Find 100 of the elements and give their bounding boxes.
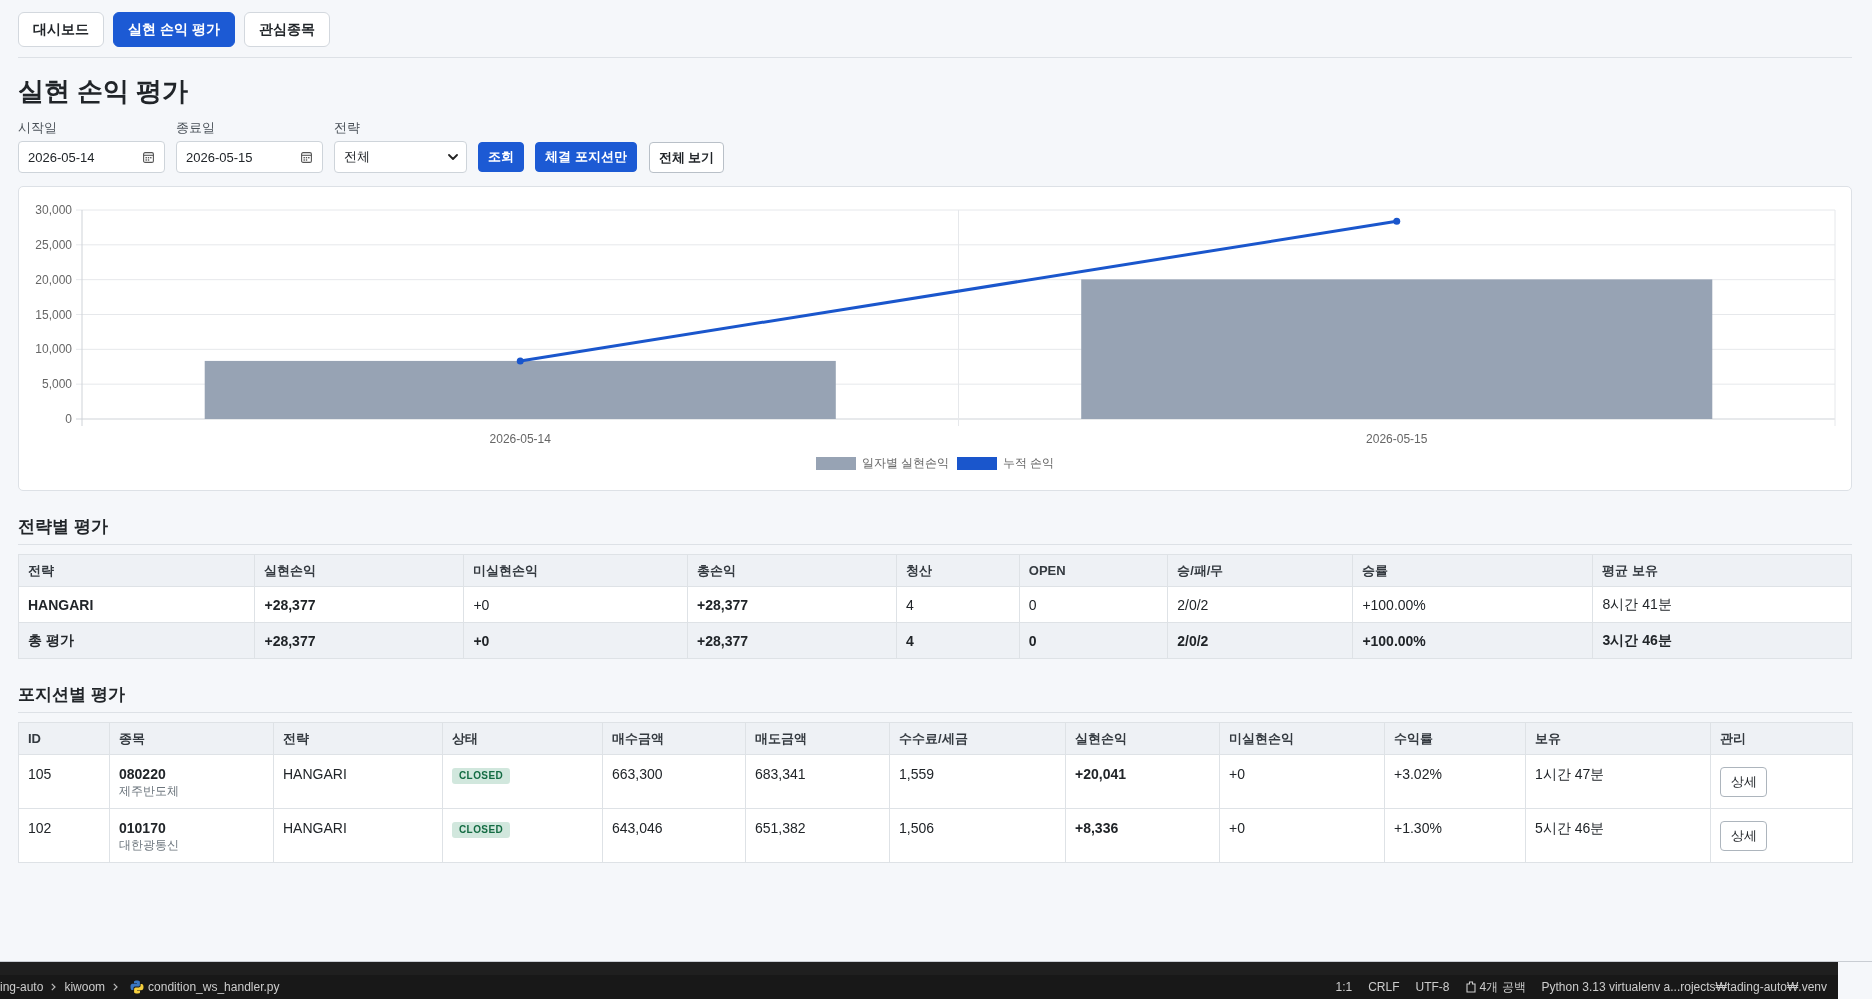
column-header: 전략	[273, 722, 443, 755]
table-cell: HANGARI	[273, 808, 443, 863]
column-header: ID	[18, 722, 110, 755]
total-cell: +100.00%	[1352, 622, 1593, 659]
total-cell: +0	[463, 622, 688, 659]
table-cell: +28,377	[687, 586, 897, 623]
table-cell: 683,341	[745, 754, 890, 809]
table-cell: 0	[1019, 586, 1168, 623]
date-field[interactable]: 2026-05-15	[176, 141, 323, 173]
column-header: 청산	[896, 554, 1020, 587]
y-axis-label: 30,000	[35, 203, 72, 217]
y-axis-label: 25,000	[35, 237, 72, 252]
table-cell: 105	[18, 754, 110, 809]
status-badge: CLOSED	[452, 768, 511, 784]
stock-code: 010170	[119, 819, 166, 837]
nav-tab[interactable]: 관심종목	[243, 12, 330, 47]
y-axis-label: 15,000	[35, 307, 72, 322]
breadcrumb-item[interactable]: kiwoom	[64, 980, 106, 994]
column-header: 실현손익	[1065, 722, 1220, 755]
filter-button[interactable]: 조회	[478, 142, 524, 172]
status-item[interactable]: UTF-8	[1415, 980, 1450, 994]
y-axis-label: 5,000	[41, 377, 72, 392]
column-header: 종목	[109, 722, 274, 755]
column-header: 매수금액	[602, 722, 746, 755]
table-cell: +28,377	[254, 586, 464, 623]
total-cell: 3시간 46분	[1593, 622, 1852, 659]
table-cell: +100.00%	[1352, 586, 1593, 623]
stock-name: 대한광통신	[119, 837, 179, 853]
nav-tab[interactable]: 대시보드	[18, 12, 104, 47]
status-item[interactable]: Python 3.13 virtualenv a...rojects₩tading-auto₩.venv	[1541, 980, 1827, 994]
column-header: 미실현손익	[463, 554, 688, 587]
chevron-right-icon	[51, 983, 57, 991]
legend-label: 누적 손익	[1003, 454, 1055, 472]
calendar-icon	[301, 151, 312, 163]
column-header: 수수료/세금	[889, 722, 1066, 755]
chevron-down-icon	[448, 154, 458, 160]
table-cell: 8시간 41분	[1593, 586, 1852, 623]
table-cell: 651,382	[745, 808, 890, 863]
filter-button[interactable]: 체결 포지션만	[535, 142, 637, 172]
field-label: 종료일	[176, 120, 215, 136]
table-cell: +0	[463, 586, 688, 623]
column-header: 승/패/무	[1167, 554, 1353, 587]
column-header: 매도금액	[745, 722, 890, 755]
y-axis-label: 20,000	[35, 272, 72, 287]
chart-point	[1393, 217, 1401, 225]
total-cell: +28,377	[254, 622, 464, 659]
field-label: 전략	[334, 120, 360, 136]
table-cell: 5시간 46분	[1525, 808, 1711, 863]
status-badge: CLOSED	[452, 822, 511, 838]
table-cell: +1.30%	[1384, 808, 1526, 863]
detail-button[interactable]: 상세	[1720, 821, 1767, 851]
column-header: 승률	[1352, 554, 1593, 587]
total-cell: 0	[1019, 622, 1168, 659]
status-item[interactable]: 1:1	[1335, 980, 1353, 994]
nav-tab[interactable]: 실현 손익 평가	[113, 12, 235, 47]
table-cell: +0	[1219, 808, 1385, 863]
breadcrumb-item[interactable]: condition_ws_handler.py	[148, 980, 280, 994]
table-cell: 643,046	[602, 808, 746, 863]
total-cell: 총 평가	[18, 622, 255, 659]
table-cell: 1시간 47분	[1525, 754, 1711, 809]
total-cell: 2/0/2	[1167, 622, 1353, 659]
x-axis-label: 2026-05-15	[1366, 432, 1428, 446]
column-header: 보유	[1525, 722, 1711, 755]
section-title: 포지션별 평가	[18, 684, 1852, 713]
x-axis-label: 2026-05-14	[489, 432, 551, 446]
legend-label: 일자별 실현손익	[861, 454, 949, 472]
total-cell: 4	[896, 622, 1020, 659]
strategy-select[interactable]: 전체	[334, 141, 467, 173]
column-header: 전략	[18, 554, 255, 587]
status-item[interactable]: CRLF	[1368, 980, 1400, 994]
table-cell: +20,041	[1065, 754, 1220, 809]
column-header: 수익률	[1384, 722, 1526, 755]
detail-button[interactable]: 상세	[1720, 767, 1767, 797]
total-cell: +28,377	[687, 622, 897, 659]
table-cell: 4	[896, 586, 1020, 623]
table-cell: 1,559	[889, 754, 1066, 809]
column-header: 평균 보유	[1593, 554, 1852, 587]
table-cell: +8,336	[1065, 808, 1220, 863]
chevron-right-icon	[113, 983, 119, 991]
breadcrumb-item[interactable]: ing-auto	[0, 980, 44, 994]
date-field[interactable]: 2026-05-14	[18, 141, 165, 173]
y-axis-label: 0	[65, 412, 72, 426]
stock-name: 제주반도체	[119, 783, 179, 799]
column-header: 상태	[442, 722, 603, 755]
calendar-icon	[143, 151, 154, 163]
page-title: 실현 손익 평가	[18, 75, 189, 107]
column-header: 미실현손익	[1219, 722, 1385, 755]
table-cell: 2/0/2	[1167, 586, 1353, 623]
stock-code: 080220	[119, 765, 166, 783]
column-header: 총손익	[687, 554, 897, 587]
file-type-icon	[130, 980, 145, 994]
table-cell: +0	[1219, 754, 1385, 809]
status-item[interactable]: 4개 공백	[1479, 978, 1526, 996]
table-cell: HANGARI	[273, 754, 443, 809]
y-axis-label: 10,000	[35, 342, 72, 357]
filter-button[interactable]: 전체 보기	[648, 142, 725, 173]
section-title: 전략별 평가	[18, 516, 1852, 545]
column-header: 실현손익	[254, 554, 464, 587]
table-cell: HANGARI	[18, 586, 255, 623]
column-header: OPEN	[1019, 554, 1168, 587]
